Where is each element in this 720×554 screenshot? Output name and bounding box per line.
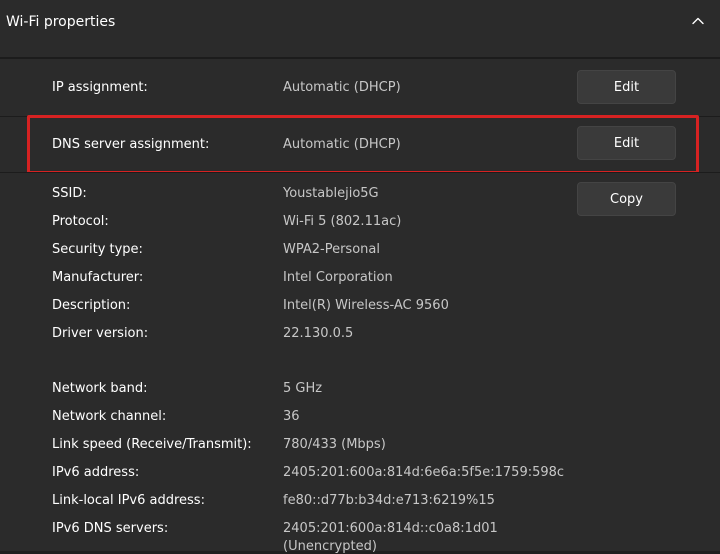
prop-label: Security type:: [52, 242, 143, 257]
prop-label: Network band:: [52, 381, 148, 396]
prop-label: Link speed (Receive/Transmit):: [52, 437, 252, 452]
prop-value: 36: [283, 409, 300, 424]
prop-value: Intel Corporation: [283, 270, 393, 285]
prop-label: Driver version:: [52, 326, 149, 341]
edit-ip-button[interactable]: Edit: [577, 70, 676, 104]
prop-value: 780/433 (Mbps): [283, 437, 386, 452]
prop-label: IPv6 DNS servers:: [52, 521, 169, 536]
properties-panel: Copy SSID: Youstablejio5G Protocol: Wi-F…: [0, 172, 720, 554]
prop-value: WPA2-Personal: [283, 242, 380, 257]
chevron-up-icon[interactable]: [690, 13, 706, 29]
ip-assignment-label: IP assignment:: [52, 80, 148, 95]
ip-assignment-value: Automatic (DHCP): [283, 80, 401, 95]
wifi-properties-header[interactable]: Wi-Fi properties: [0, 0, 720, 58]
prop-value: 22.130.0.5: [283, 326, 354, 341]
ip-assignment-row: IP assignment: Automatic (DHCP) Edit: [0, 58, 720, 116]
prop-label: Protocol:: [52, 214, 109, 229]
prop-value: 2405:201:600a:814d:6e6a:5f5e:1759:598c: [283, 465, 565, 480]
prop-label: IPv6 address:: [52, 465, 140, 480]
prop-value: Wi-Fi 5 (802.11ac): [283, 214, 402, 229]
ipv6-dns-encryption-note: (Unencrypted): [283, 539, 377, 554]
prop-value: 2405:201:600a:814d::c0a8:1d01: [283, 521, 498, 536]
prop-value: fe80::d77b:b34d:e713:6219%15: [283, 493, 495, 508]
prop-label: Manufacturer:: [52, 270, 144, 285]
prop-label: Network channel:: [52, 409, 167, 424]
highlight-annotation: [27, 115, 699, 174]
prop-value: Youstablejio5G: [283, 186, 379, 201]
section-title: Wi-Fi properties: [6, 14, 116, 30]
prop-value: Intel(R) Wireless-AC 9560: [283, 298, 449, 313]
prop-label: SSID:: [52, 186, 87, 201]
prop-label: Link-local IPv6 address:: [52, 493, 205, 508]
copy-button[interactable]: Copy: [577, 182, 676, 216]
prop-label: Description:: [52, 298, 131, 313]
prop-value: 5 GHz: [283, 381, 323, 396]
